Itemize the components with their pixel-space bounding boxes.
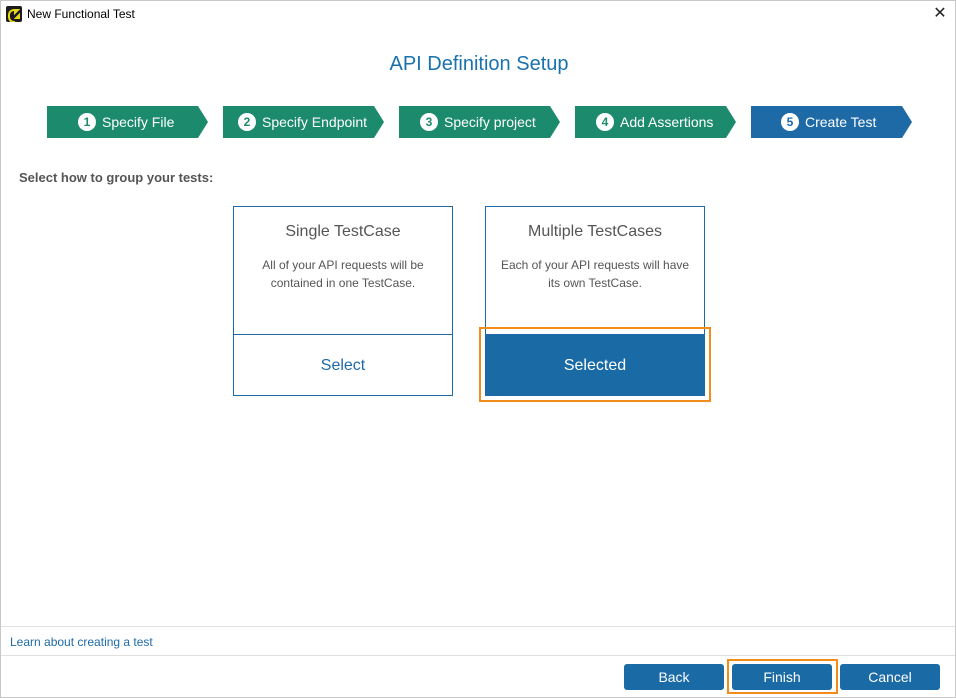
step-number-badge: 2 [238, 113, 256, 131]
step-add-assertions: 4 Add Assertions [575, 106, 736, 138]
close-icon: ✕ [933, 5, 947, 22]
select-multiple-button[interactable]: Selected [486, 334, 704, 395]
help-link-bar: Learn about creating a test [1, 626, 955, 656]
step-create-test: 5 Create Test [751, 106, 912, 138]
close-button[interactable]: ✕ [927, 3, 953, 25]
option-description: All of your API requests will be contain… [262, 258, 424, 290]
dialog-window: New Functional Test ✕ API Definition Set… [0, 0, 956, 698]
step-specify-endpoint: 2 Specify Endpoint [223, 106, 384, 138]
step-number-badge: 3 [420, 113, 438, 131]
step-label: Specify File [102, 114, 175, 130]
step-number-badge: 4 [596, 113, 614, 131]
step-label: Add Assertions [620, 114, 714, 130]
option-title: Multiple TestCases [528, 223, 662, 240]
option-card-multiple: Multiple TestCases Each of your API requ… [485, 206, 705, 396]
step-number-badge: 5 [781, 113, 799, 131]
page-title: API Definition Setup [389, 53, 569, 75]
app-logo-icon [6, 6, 22, 22]
select-single-button[interactable]: Select [234, 334, 452, 395]
cancel-button[interactable]: Cancel [840, 664, 940, 690]
step-label: Specify Endpoint [262, 114, 368, 130]
step-label: Create Test [805, 114, 877, 130]
option-card-single: Single TestCase All of your API requests… [233, 206, 453, 396]
step-number-badge: 1 [78, 113, 96, 131]
back-button[interactable]: Back [624, 664, 724, 690]
option-description: Each of your API requests will have its … [500, 258, 690, 290]
step-specify-file: 1 Specify File [47, 106, 208, 138]
step-label: Specify project [444, 114, 536, 130]
window-title: New Functional Test [27, 7, 135, 21]
option-title: Single TestCase [285, 223, 401, 240]
title-bar: New Functional Test ✕ [1, 1, 955, 27]
finish-button[interactable]: Finish [732, 664, 832, 690]
group-prompt: Select how to group your tests: [19, 170, 214, 185]
step-specify-project: 3 Specify project [399, 106, 560, 138]
learn-link[interactable]: Learn about creating a test [10, 635, 153, 649]
